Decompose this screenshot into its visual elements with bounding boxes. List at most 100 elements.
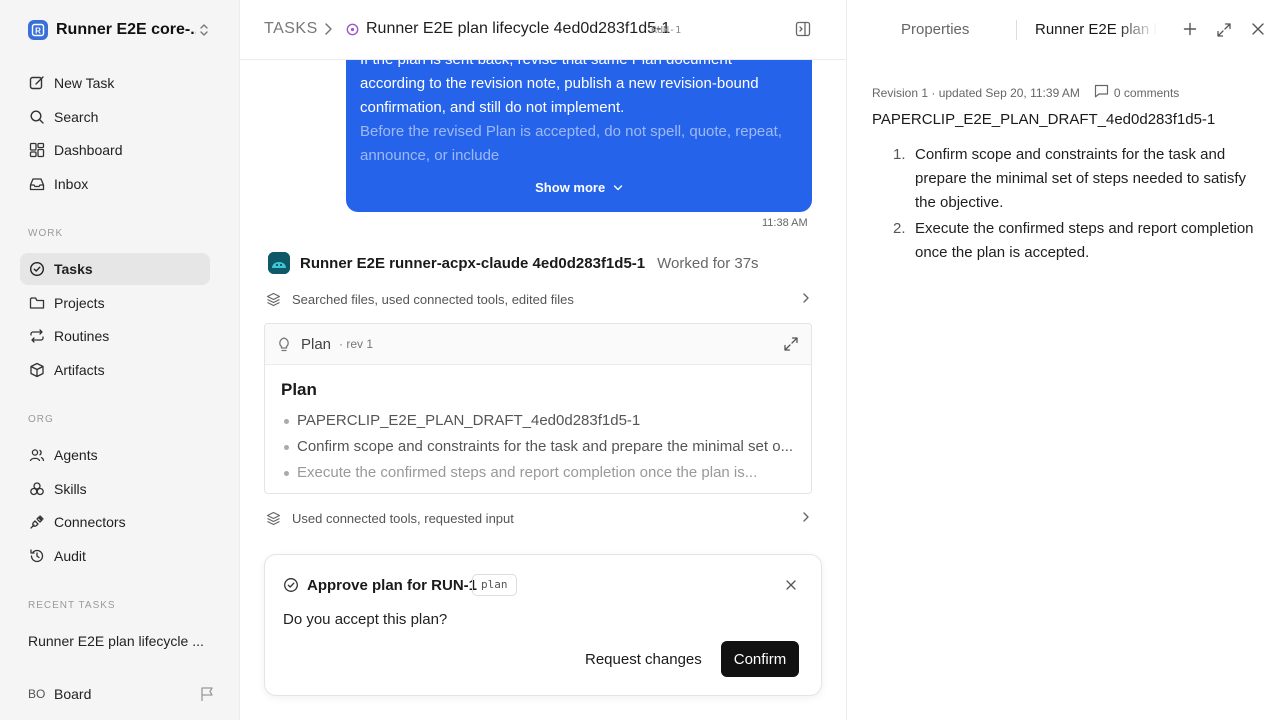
workspace-logo-icon: R [28, 20, 48, 40]
show-more-label: Show more [535, 180, 606, 195]
history-icon [28, 547, 46, 565]
board-label: Board [54, 686, 92, 702]
section-label-org: ORG [28, 414, 54, 425]
nav-inbox[interactable]: Inbox [20, 168, 210, 200]
folder-icon [28, 294, 46, 312]
board-avatar: BO [28, 687, 46, 701]
step-number: 2. [893, 220, 906, 237]
nav-dashboard[interactable]: Dashboard [20, 134, 210, 166]
breadcrumb: TASKS Runner E2E plan lifecycle 4ed0d283… [240, 0, 846, 60]
agent-header: Runner E2E runner-acpx-claude 4ed0d283f1… [268, 251, 828, 275]
nav-label: Skills [54, 481, 87, 497]
repeat-icon [28, 327, 46, 345]
request-changes-button[interactable]: Request changes [585, 651, 702, 668]
nav-connectors[interactable]: Connectors [20, 506, 210, 538]
workspace-name: Runner E2E core-... [56, 21, 196, 38]
nav-label: Inbox [54, 176, 89, 192]
plus-icon[interactable] [1183, 22, 1197, 39]
nav-label: Audit [54, 548, 86, 564]
plan-item: PAPERCLIP_E2E_PLAN_DRAFT_4ed0d283f1d5-1 [281, 408, 801, 434]
recent-task-item[interactable]: Runner E2E plan lifecycle ... [28, 633, 204, 649]
activity-summary-row[interactable]: Used connected tools, requested input [266, 508, 812, 528]
nav-label: Search [54, 109, 99, 125]
expand-icon[interactable] [783, 336, 799, 355]
nav-routines[interactable]: Routines [20, 320, 210, 352]
plan-card-label: Plan [301, 336, 332, 353]
approval-question: Do you accept this plan? [283, 611, 448, 628]
workspace-switcher[interactable]: R Runner E2E core-... [28, 20, 214, 40]
activity-text: Searched files, used connected tools, ed… [292, 291, 574, 307]
run-id-badge: RUN-1 [651, 25, 682, 36]
skills-icon [28, 480, 46, 498]
status-circle-icon [346, 23, 359, 39]
chevron-down-icon [609, 180, 623, 195]
document-panel: Properties Runner E2E plan lif Revision … [846, 0, 1280, 720]
plan-items: PAPERCLIP_E2E_PLAN_DRAFT_4ed0d283f1d5-1 … [281, 408, 801, 486]
inbox-icon [28, 175, 46, 193]
nav-label: Connectors [54, 514, 126, 530]
plug-icon [28, 513, 46, 531]
nav-label: Artifacts [54, 362, 105, 378]
list-item: 2. Execute the confirmed steps and repor… [889, 217, 1259, 265]
nav-label: Tasks [54, 261, 93, 277]
nav-label: Routines [54, 328, 110, 344]
plan-revision: · rev 1 [339, 337, 374, 351]
lightbulb-icon [277, 336, 291, 355]
tab-fade [1117, 14, 1157, 44]
confirm-button[interactable]: Confirm [721, 641, 799, 677]
chevron-right-icon [802, 292, 810, 307]
dashboard-icon [28, 141, 46, 159]
approval-card: Approve plan for RUN-1 plan Do you accep… [264, 554, 822, 696]
nav-tasks[interactable]: Tasks [20, 253, 210, 285]
panel-toggle-icon[interactable] [795, 21, 811, 40]
nav-skills[interactable]: Skills [20, 473, 210, 505]
flag-icon[interactable] [200, 686, 214, 705]
document-steps: 1. Confirm scope and constraints for the… [889, 143, 1259, 267]
tab-properties[interactable]: Properties [901, 21, 969, 38]
panel-tabs: Properties Runner E2E plan lif [847, 0, 1280, 60]
agent-name: Runner E2E runner-acpx-claude 4ed0d283f1… [300, 254, 646, 272]
step-text: Execute the confirmed steps and report c… [915, 220, 1254, 261]
chevron-right-icon [324, 20, 334, 41]
worked-duration: Worked for 37s [657, 254, 759, 272]
tab-divider [1016, 20, 1017, 40]
layers-icon [266, 511, 282, 526]
nav-label: Dashboard [54, 142, 123, 158]
activity-text: Used connected tools, requested input [292, 510, 514, 526]
check-circle-icon [283, 577, 299, 596]
comments-count: 0 comments [1113, 85, 1180, 100]
nav-audit[interactable]: Audit [20, 540, 210, 572]
main-content: TASKS Runner E2E plan lifecycle 4ed0d283… [240, 0, 846, 720]
nav-search[interactable]: Search [20, 101, 210, 133]
page-title: Runner E2E plan lifecycle 4ed0d283f1d5-1 [366, 20, 671, 37]
nav-label: New Task [54, 75, 115, 91]
layers-icon [266, 292, 282, 307]
section-label-recent: RECENT TASKS [28, 600, 116, 611]
plan-title: Plan [281, 380, 317, 399]
board-switcher[interactable]: BO Board [28, 684, 214, 704]
check-circle-icon [28, 260, 46, 278]
activity-summary-row[interactable]: Searched files, used connected tools, ed… [266, 289, 812, 309]
chevron-right-icon [802, 511, 810, 526]
show-more-button[interactable]: Show more [346, 180, 812, 195]
comment-icon [1094, 84, 1114, 101]
close-icon[interactable] [785, 578, 797, 594]
step-number: 1. [893, 146, 906, 163]
search-icon [28, 108, 46, 126]
document-meta: Revision 1 · updated Sep 20, 11:39 AM 0 … [872, 84, 1179, 101]
revision-info: Revision 1 · updated Sep 20, 11:39 AM [872, 85, 1080, 100]
nav-projects[interactable]: Projects [20, 287, 210, 319]
plan-card-header: Plan · rev 1 [265, 324, 811, 365]
close-icon[interactable] [1251, 22, 1265, 39]
svg-text:R: R [35, 27, 41, 36]
comments-button[interactable]: 0 comments [1094, 84, 1179, 101]
nav-artifacts[interactable]: Artifacts [20, 354, 210, 386]
step-text: Confirm scope and constraints for the ta… [915, 146, 1247, 211]
new-task-icon [28, 74, 46, 92]
approval-tag: plan [472, 574, 517, 596]
breadcrumb-tasks[interactable]: TASKS [264, 20, 318, 38]
sidebar: R Runner E2E core-... New Task Search Da… [0, 0, 240, 720]
nav-agents[interactable]: Agents [20, 439, 210, 471]
nav-new-task[interactable]: New Task [20, 67, 210, 99]
expand-icon[interactable] [1216, 22, 1232, 41]
